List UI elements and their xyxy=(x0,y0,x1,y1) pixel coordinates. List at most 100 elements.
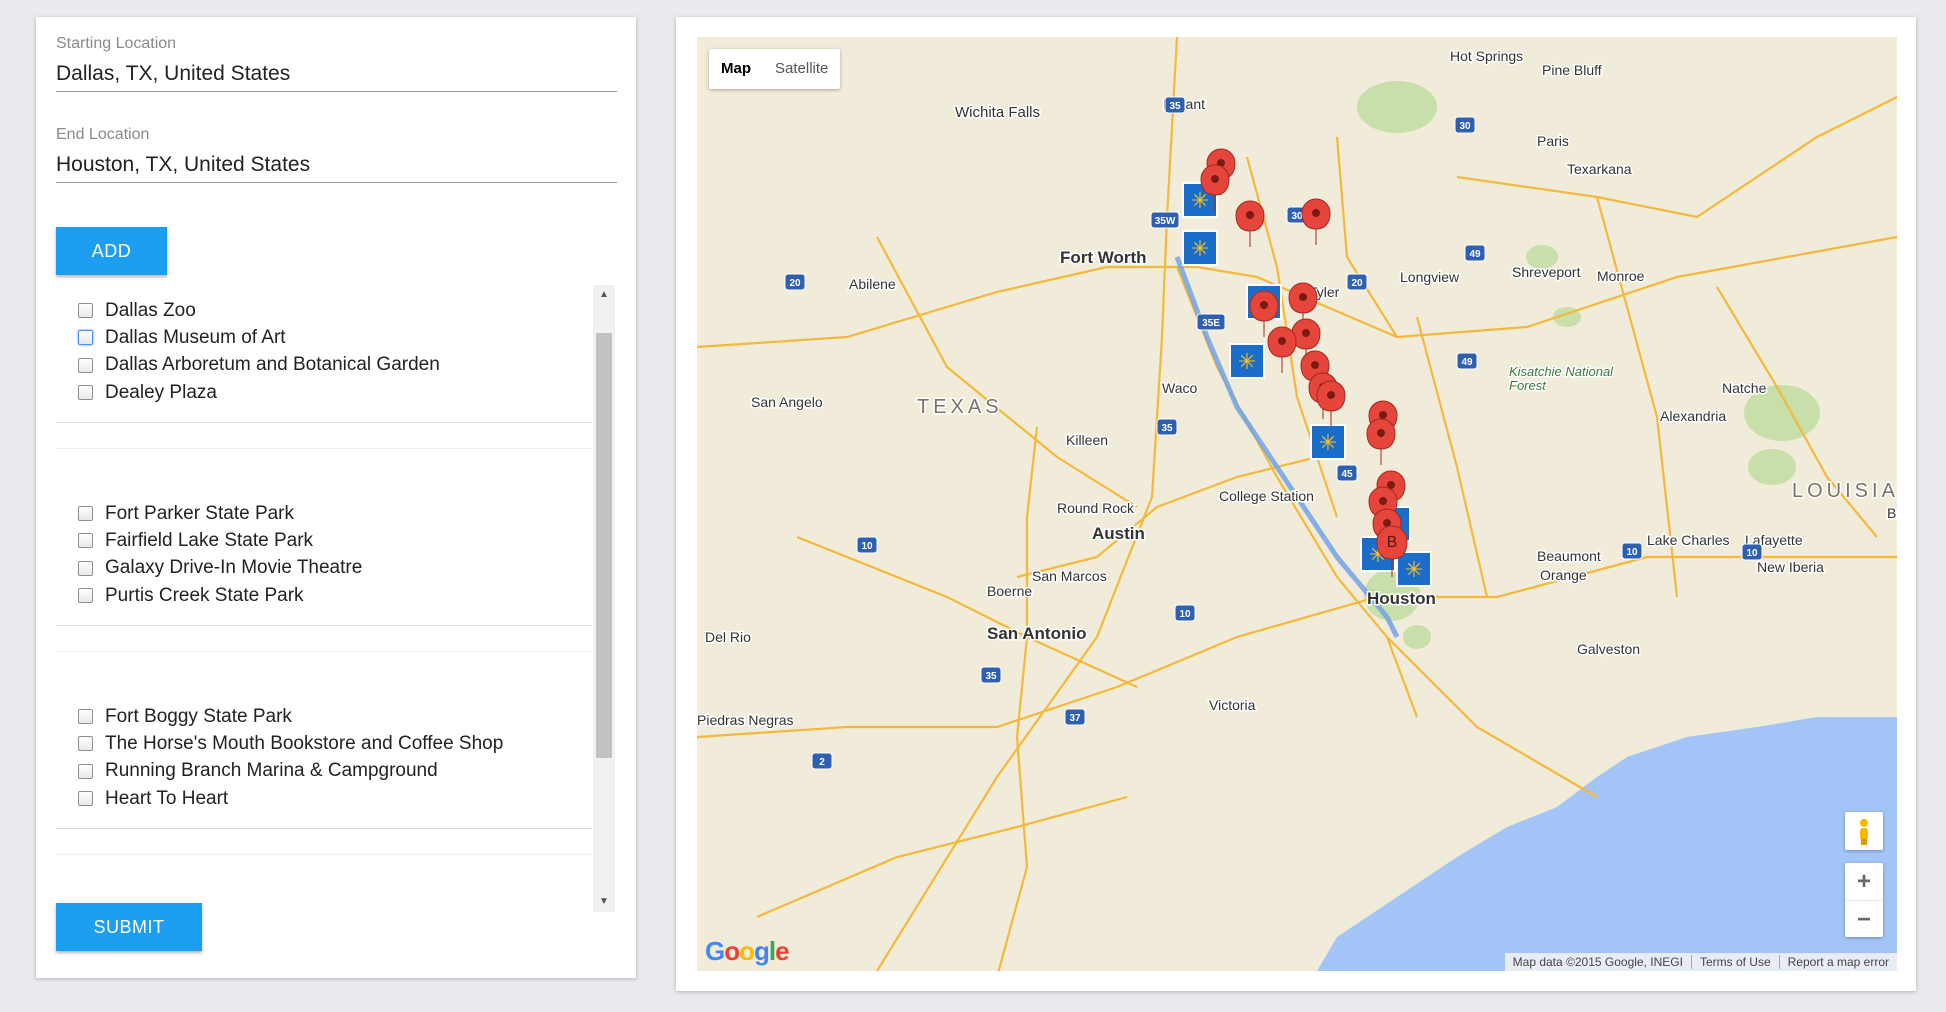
highway-shield-icon: 20 xyxy=(1346,273,1368,291)
map-marker-icon[interactable] xyxy=(1366,418,1396,465)
highway-shield-icon: 2 xyxy=(811,752,833,770)
map-marker-dot xyxy=(1299,293,1307,301)
list-item-label: The Horse's Mouth Bookstore and Coffee S… xyxy=(105,732,504,754)
map-place-label: Shreveport xyxy=(1512,264,1581,280)
map-place-label: Boerne xyxy=(987,583,1032,599)
map-marker-icon[interactable] xyxy=(1235,200,1265,247)
list-item[interactable]: Heart To Heart xyxy=(56,785,592,812)
svg-text:✳: ✳ xyxy=(1191,236,1209,261)
road xyxy=(876,236,1138,508)
svg-text:2: 2 xyxy=(819,757,825,768)
checkbox[interactable] xyxy=(78,506,93,522)
checkbox[interactable] xyxy=(78,736,93,752)
checkbox[interactable] xyxy=(78,330,93,346)
map-place-label: Alexandria xyxy=(1660,408,1726,424)
walmart-marker-icon[interactable]: ✳ xyxy=(1182,230,1218,266)
walmart-marker-icon[interactable]: ✳ xyxy=(1310,424,1346,460)
list-item-label: Galaxy Drive-In Movie Theatre xyxy=(105,557,363,579)
scroll-up-icon[interactable]: ▲ xyxy=(593,285,615,305)
map-canvas[interactable]: Hot SpringsPine BluffDurantWichita Falls… xyxy=(697,37,1897,971)
divider xyxy=(56,448,592,449)
map-data-credit: Map data ©2015 Google, INEGI xyxy=(1505,955,1692,969)
list-item[interactable]: Fort Parker State Park xyxy=(56,500,592,527)
map-marker-icon[interactable] xyxy=(1301,198,1331,245)
list-item[interactable]: Dallas Museum of Art xyxy=(56,324,592,351)
map-place-label: Del Rio xyxy=(705,629,751,645)
submit-button[interactable]: SUBMIT xyxy=(56,903,202,951)
list-item-label: Fairfield Lake State Park xyxy=(105,529,314,551)
highway-shield-icon: 49 xyxy=(1464,244,1486,262)
list-item-label: Heart To Heart xyxy=(105,787,229,809)
map-marker-dot xyxy=(1379,497,1387,505)
list-item-label: Dealey Plaza xyxy=(105,381,217,403)
map-type-satellite-button[interactable]: Satellite xyxy=(763,49,840,89)
start-location-input[interactable] xyxy=(56,57,617,91)
list-item[interactable]: The Horse's Mouth Bookstore and Coffee S… xyxy=(56,730,592,757)
map-marker-icon[interactable] xyxy=(1316,380,1346,427)
walmart-marker-icon[interactable]: ✳ xyxy=(1396,551,1432,587)
end-location-label: End Location xyxy=(56,126,150,143)
walmart-marker-icon[interactable]: ✳ xyxy=(1229,343,1265,379)
list-item[interactable]: Purtis Creek State Park xyxy=(56,582,592,609)
map-marker-dot xyxy=(1260,301,1268,309)
list-item[interactable]: Fort Boggy State Park xyxy=(56,703,592,730)
list-item[interactable]: Dealey Plaza xyxy=(56,379,592,406)
map-place-label: Fort Worth xyxy=(1060,248,1147,267)
terms-link[interactable]: Terms of Use xyxy=(1692,955,1780,969)
checkbox[interactable] xyxy=(78,709,93,725)
map-place-label: Galveston xyxy=(1577,641,1640,657)
checkbox[interactable] xyxy=(78,791,93,807)
end-location-field: End Location xyxy=(56,126,617,183)
road xyxy=(697,265,1108,349)
street-view-pegman-icon[interactable] xyxy=(1845,812,1883,850)
map-place-label: Piedras Negras xyxy=(697,712,794,728)
map-place-label: Lake Charles xyxy=(1647,532,1730,548)
list-item[interactable]: Fairfield Lake State Park xyxy=(56,527,592,554)
list-item-label: Dallas Arboretum and Botanical Garden xyxy=(105,354,440,376)
checkbox[interactable] xyxy=(78,560,93,576)
list-item[interactable]: Running Branch Marina & Campground xyxy=(56,758,592,785)
park-area xyxy=(1748,449,1796,485)
highway-shield-icon: 49 xyxy=(1456,352,1478,370)
checkbox[interactable] xyxy=(78,533,93,549)
divider xyxy=(56,854,592,855)
list-scrollbar[interactable]: ▲ ▼ xyxy=(593,285,615,912)
map-place-label: New Iberia xyxy=(1757,559,1824,575)
map-place-label: Hot Springs xyxy=(1450,48,1523,64)
road xyxy=(1016,455,1318,579)
checkbox[interactable] xyxy=(78,763,93,779)
road xyxy=(997,426,1039,971)
checkbox[interactable] xyxy=(78,385,93,401)
road xyxy=(697,555,1897,739)
svg-text:✳: ✳ xyxy=(1405,557,1423,582)
svg-text:10: 10 xyxy=(1179,609,1191,620)
zoom-in-button[interactable]: + xyxy=(1845,863,1883,900)
list-item[interactable]: Galaxy Drive-In Movie Theatre xyxy=(56,555,592,582)
map-place-label: Forest xyxy=(1509,378,1547,393)
google-logo: Google xyxy=(705,936,790,966)
list-item[interactable]: Dallas Zoo xyxy=(56,297,592,324)
checkbox[interactable] xyxy=(78,588,93,604)
svg-text:10: 10 xyxy=(1626,547,1638,558)
route-map[interactable]: Hot SpringsPine BluffDurantWichita Falls… xyxy=(697,37,1897,971)
zoom-out-button[interactable]: − xyxy=(1845,901,1883,938)
map-marker-dot xyxy=(1311,361,1319,369)
scrollbar-thumb[interactable] xyxy=(596,333,612,758)
end-location-input[interactable] xyxy=(56,148,617,182)
add-button[interactable]: ADD xyxy=(56,227,167,275)
scroll-down-icon[interactable]: ▼ xyxy=(593,892,615,912)
highway-shield-icon: 35E xyxy=(1196,313,1226,331)
map-type-map-button[interactable]: Map xyxy=(709,49,763,89)
svg-text:37: 37 xyxy=(1069,713,1081,724)
checkbox[interactable] xyxy=(78,303,93,319)
svg-text:35E: 35E xyxy=(1202,318,1220,329)
attractions-list[interactable]: Dallas Zoo Dallas Museum of Art Dallas A… xyxy=(56,285,615,912)
svg-text:35: 35 xyxy=(1169,101,1181,112)
highway-shield-icon: 35 xyxy=(980,666,1002,684)
map-marker-dot xyxy=(1379,411,1387,419)
checkbox[interactable] xyxy=(78,357,93,373)
report-error-link[interactable]: Report a map error xyxy=(1780,955,1897,969)
svg-text:✳: ✳ xyxy=(1238,349,1256,374)
list-item[interactable]: Dallas Arboretum and Botanical Garden xyxy=(56,352,592,379)
map-place-label: Beaumont xyxy=(1537,548,1601,564)
